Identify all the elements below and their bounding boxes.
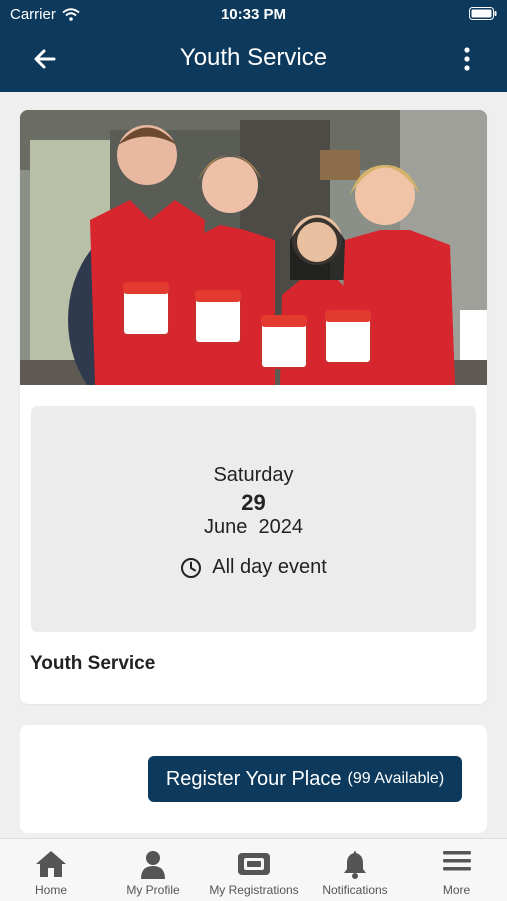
battery-icon <box>469 7 497 20</box>
registration-card: Register Your Place (99 Available) <box>20 725 487 833</box>
event-time-row: All day event <box>31 556 476 579</box>
event-photo: RED <box>20 110 487 385</box>
home-icon <box>36 851 66 877</box>
clock-icon <box>181 557 202 578</box>
tab-more-label: More <box>442 883 471 897</box>
more-options-icon[interactable] <box>455 44 479 74</box>
page-title: Youth Service <box>179 44 328 71</box>
register-button[interactable]: Register Your Place (99 Available) <box>148 756 462 802</box>
bell-icon <box>344 851 366 879</box>
tab-more[interactable]: More <box>406 839 507 901</box>
event-title: Youth Service <box>30 653 156 674</box>
register-button-label: Register Your Place <box>165 767 342 790</box>
top-app-bar: Carrier 10:33 PM Youth Service <box>0 0 507 92</box>
event-time-label: All day event <box>212 556 327 578</box>
person-icon <box>141 851 165 879</box>
ticket-icon <box>238 853 270 875</box>
event-date-panel: Saturday 29 June 2024 All day event <box>31 406 476 632</box>
event-card: RED Saturday 29 June 2024 <box>20 110 487 704</box>
tab-home-label: Home <box>34 883 67 897</box>
tab-home[interactable]: Home <box>0 839 102 901</box>
bottom-tab-bar: Home My Profile My Registrations Notific… <box>0 838 507 901</box>
tab-notifications[interactable]: Notifications <box>304 839 406 901</box>
tab-my-profile-label: My Profile <box>126 883 180 897</box>
status-bar: Carrier 10:33 PM <box>0 0 507 28</box>
tab-my-registrations-label: My Registrations <box>209 883 299 897</box>
tab-my-registrations[interactable]: My Registrations <box>204 839 304 901</box>
menu-icon <box>442 851 471 871</box>
event-weekday: Saturday <box>213 464 294 486</box>
clock: 10:33 PM <box>220 6 287 23</box>
tab-my-profile[interactable]: My Profile <box>102 839 204 901</box>
availability-count: (99 Available) <box>347 770 445 787</box>
navigation-bar: Youth Service <box>0 32 507 84</box>
event-month-year: June 2024 <box>204 516 303 538</box>
tab-notifications-label: Notifications <box>322 883 388 897</box>
event-day: 29 <box>241 490 266 515</box>
